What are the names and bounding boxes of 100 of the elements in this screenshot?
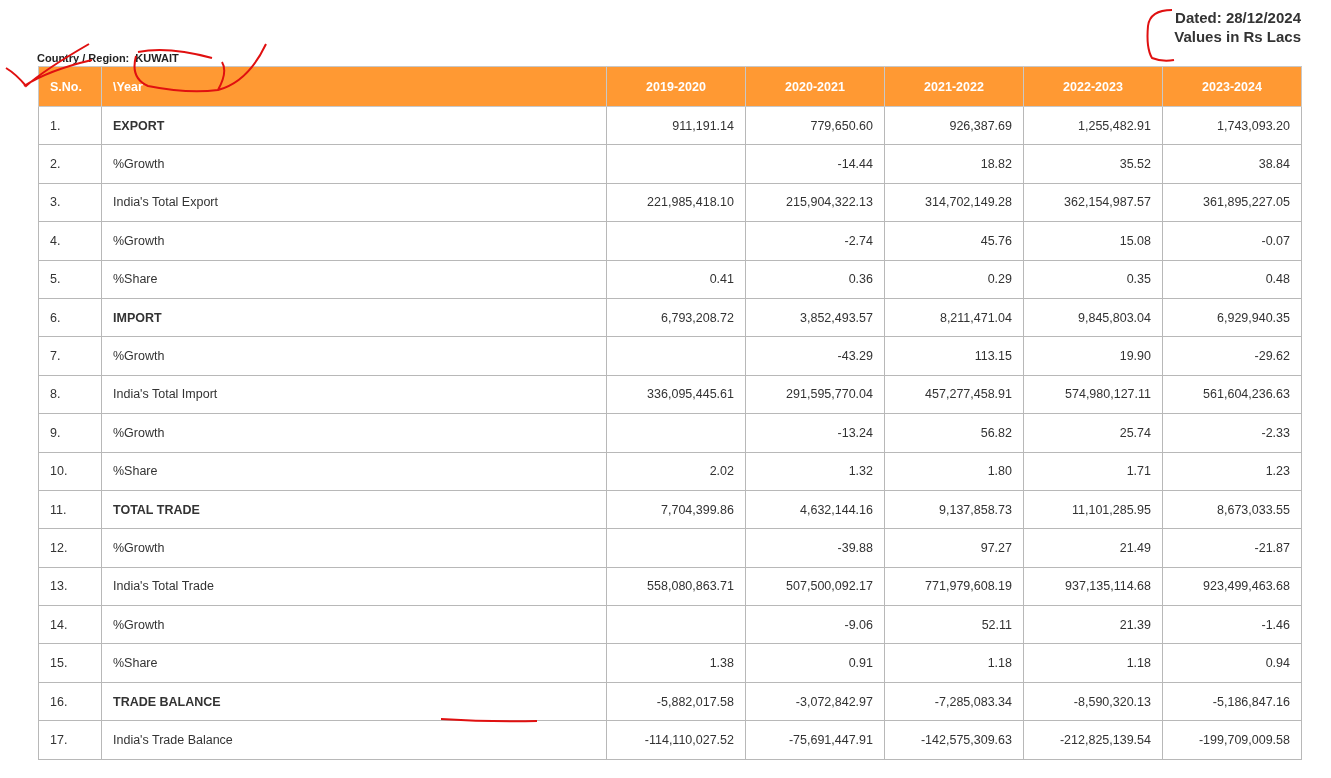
pen-scribble-drawing bbox=[1144, 8, 1176, 62]
value-cell: -9.06 bbox=[745, 605, 885, 644]
column-header: 2021-2022 bbox=[884, 66, 1024, 107]
value-cell: 0.29 bbox=[884, 260, 1024, 299]
value-cell: 1.23 bbox=[1162, 452, 1302, 491]
row-label-cell: TOTAL TRADE bbox=[101, 490, 607, 529]
value-cell: 362,154,987.57 bbox=[1023, 183, 1163, 222]
value-cell: -29.62 bbox=[1162, 336, 1302, 376]
value-cell: 1.71 bbox=[1023, 452, 1163, 491]
value-cell: 2.02 bbox=[606, 452, 746, 491]
row-number-cell: 12. bbox=[38, 528, 102, 568]
row-label-cell: %Growth bbox=[101, 605, 607, 644]
value-cell: 8,673,033.55 bbox=[1162, 490, 1302, 529]
row-number-cell: 5. bbox=[38, 260, 102, 299]
value-cell: 4,632,144.16 bbox=[745, 490, 885, 529]
value-cell: 35.52 bbox=[1023, 144, 1163, 184]
value-cell: 291,595,770.04 bbox=[745, 375, 885, 414]
value-cell: 923,499,463.68 bbox=[1162, 567, 1302, 606]
row-number-cell: 7. bbox=[38, 336, 102, 376]
value-cell: 38.84 bbox=[1162, 144, 1302, 184]
row-number-cell: 9. bbox=[38, 413, 102, 452]
row-label-cell: %Growth bbox=[101, 413, 607, 452]
value-cell: 9,845,803.04 bbox=[1023, 298, 1163, 337]
value-cell: 0.36 bbox=[745, 260, 885, 299]
value-cell: 6,929,940.35 bbox=[1162, 298, 1302, 337]
row-label-cell: %Growth bbox=[101, 336, 607, 376]
row-number-cell: 14. bbox=[38, 605, 102, 644]
value-cell: 0.41 bbox=[606, 260, 746, 299]
value-cell: 561,604,236.63 bbox=[1162, 375, 1302, 414]
value-cell: 0.35 bbox=[1023, 260, 1163, 299]
value-cell: 779,650.60 bbox=[745, 106, 885, 145]
row-label-cell: %Growth bbox=[101, 528, 607, 568]
row-number-cell: 11. bbox=[38, 490, 102, 529]
value-cell: 21.39 bbox=[1023, 605, 1163, 644]
value-cell: -2.74 bbox=[745, 221, 885, 261]
value-cell: -14.44 bbox=[745, 144, 885, 184]
value-cell: -2.33 bbox=[1162, 413, 1302, 452]
row-number-cell: 6. bbox=[38, 298, 102, 337]
row-label-cell: %Share bbox=[101, 452, 607, 491]
value-cell: 911,191.14 bbox=[606, 106, 746, 145]
row-number-cell: 4. bbox=[38, 221, 102, 261]
row-label-cell: India's Total Trade bbox=[101, 567, 607, 606]
row-number-cell: 3. bbox=[38, 183, 102, 222]
column-header: S.No. bbox=[38, 66, 102, 107]
value-cell: 215,904,322.13 bbox=[745, 183, 885, 222]
row-number-cell: 10. bbox=[38, 452, 102, 491]
value-cell: 9,137,858.73 bbox=[884, 490, 1024, 529]
value-cell: -5,882,017.58 bbox=[606, 682, 746, 721]
value-cell: 7,704,399.86 bbox=[606, 490, 746, 529]
value-cell: 15.08 bbox=[1023, 221, 1163, 261]
column-header: 2023-2024 bbox=[1162, 66, 1302, 107]
value-cell: 1.32 bbox=[745, 452, 885, 491]
column-header: 2019-2020 bbox=[606, 66, 746, 107]
value-cell: 11,101,285.95 bbox=[1023, 490, 1163, 529]
value-cell: 574,980,127.11 bbox=[1023, 375, 1163, 414]
value-cell: 45.76 bbox=[884, 221, 1024, 261]
value-cell: 21.49 bbox=[1023, 528, 1163, 568]
value-cell: 314,702,149.28 bbox=[884, 183, 1024, 222]
value-cell: -43.29 bbox=[745, 336, 885, 376]
value-cell: 0.91 bbox=[745, 643, 885, 683]
value-cell: 52.11 bbox=[884, 605, 1024, 644]
region-value: KUWAIT bbox=[135, 52, 179, 64]
value-cell: -114,110,027.52 bbox=[606, 720, 746, 760]
row-label-cell: IMPORT bbox=[101, 298, 607, 337]
row-label-cell: India's Total Export bbox=[101, 183, 607, 222]
value-cell: 926,387.69 bbox=[884, 106, 1024, 145]
value-cell: -75,691,447.91 bbox=[745, 720, 885, 760]
value-cell: 507,500,092.17 bbox=[745, 567, 885, 606]
value-cell: 0.48 bbox=[1162, 260, 1302, 299]
value-cell: 6,793,208.72 bbox=[606, 298, 746, 337]
row-number-cell: 17. bbox=[38, 720, 102, 760]
value-cell: -39.88 bbox=[745, 528, 885, 568]
value-cell: -13.24 bbox=[745, 413, 885, 452]
row-number-cell: 1. bbox=[38, 106, 102, 145]
value-cell: 1.38 bbox=[606, 643, 746, 683]
date-text: Dated: 28/12/2024 bbox=[1175, 8, 1301, 27]
value-cell: 1,743,093.20 bbox=[1162, 106, 1302, 145]
value-cell: -0.07 bbox=[1162, 221, 1302, 261]
column-header: \Year bbox=[101, 66, 607, 107]
value-cell: -7,285,083.34 bbox=[884, 682, 1024, 721]
value-cell: 937,135,114.68 bbox=[1023, 567, 1163, 606]
value-cell: -21.87 bbox=[1162, 528, 1302, 568]
value-cell: 8,211,471.04 bbox=[884, 298, 1024, 337]
value-cell: -8,590,320.13 bbox=[1023, 682, 1163, 721]
row-label-cell: India's Total Import bbox=[101, 375, 607, 414]
value-cell: 18.82 bbox=[884, 144, 1024, 184]
value-cell: 56.82 bbox=[884, 413, 1024, 452]
row-number-cell: 16. bbox=[38, 682, 102, 721]
value-cell: 558,080,863.71 bbox=[606, 567, 746, 606]
value-cell: -1.46 bbox=[1162, 605, 1302, 644]
value-cell: -199,709,009.58 bbox=[1162, 720, 1302, 760]
value-cell: 1.80 bbox=[884, 452, 1024, 491]
row-number-cell: 15. bbox=[38, 643, 102, 683]
value-cell: 1.18 bbox=[1023, 643, 1163, 683]
value-cell: 457,277,458.91 bbox=[884, 375, 1024, 414]
value-cell: 336,095,445.61 bbox=[606, 375, 746, 414]
row-label-cell: %Growth bbox=[101, 221, 607, 261]
row-label-cell: India's Trade Balance bbox=[101, 720, 607, 760]
value-cell: 221,985,418.10 bbox=[606, 183, 746, 222]
value-cell: 771,979,608.19 bbox=[884, 567, 1024, 606]
